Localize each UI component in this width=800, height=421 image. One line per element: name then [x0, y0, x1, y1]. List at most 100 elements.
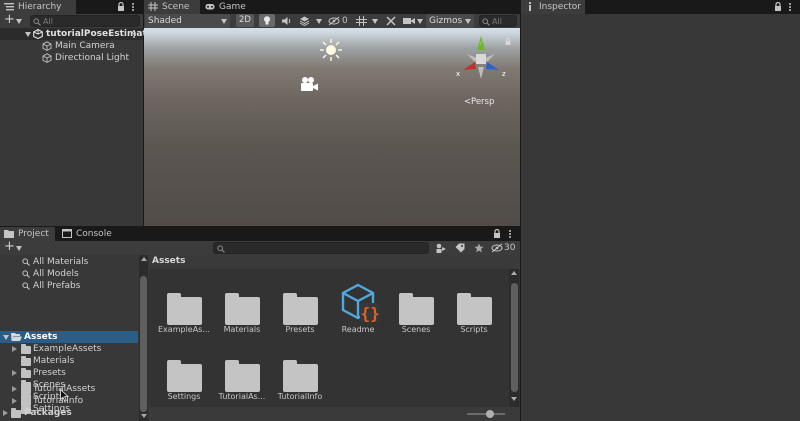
assets-scrollbar-thumb[interactable]: [511, 283, 518, 392]
orientation-gizmo-icon[interactable]: y x z: [453, 34, 509, 84]
favorite-item[interactable]: All Models: [0, 268, 138, 280]
tree-item-label: Materials: [33, 356, 75, 366]
project-search-input[interactable]: [213, 242, 429, 254]
asset-item-readme[interactable]: {} Readme: [328, 273, 388, 334]
tree-item[interactable]: ExampleAssets: [0, 343, 138, 355]
lock-icon[interactable]: [117, 2, 125, 11]
gizmo-x-label: x: [456, 70, 460, 78]
hierarchy-item[interactable]: Main Camera: [0, 40, 143, 52]
breadcrumb[interactable]: Assets: [152, 256, 185, 266]
asset-label: Materials: [223, 325, 261, 334]
folder-icon: [11, 408, 21, 418]
tab-game-label: Game: [219, 2, 246, 12]
tab-scene[interactable]: Scene: [144, 0, 200, 14]
asset-item[interactable]: Scenes: [386, 273, 446, 334]
favorite-item[interactable]: All Materials: [0, 256, 138, 268]
list-icon: [4, 3, 14, 11]
scroll-up-icon[interactable]: [141, 257, 147, 261]
asset-item[interactable]: TutorialInfo: [270, 340, 330, 401]
label-tag-icon[interactable]: [455, 243, 465, 253]
scroll-down-icon[interactable]: [141, 414, 147, 418]
hierarchy-menu-icon[interactable]: [132, 2, 135, 12]
asset-item[interactable]: Settings: [154, 340, 214, 401]
search-by-type-icon[interactable]: [436, 243, 446, 253]
icon-size-slider-handle[interactable]: [486, 410, 494, 418]
grid-dropdown-icon[interactable]: [372, 19, 378, 24]
project-menu-icon[interactable]: [509, 229, 512, 239]
unity-scene-icon: [33, 29, 43, 39]
scene-search-input[interactable]: All: [479, 15, 517, 27]
camera-gizmo-icon[interactable]: [299, 76, 319, 93]
scroll-down-icon[interactable]: [511, 397, 517, 401]
audio-icon[interactable]: [281, 16, 292, 26]
tab-inspector[interactable]: Inspector: [521, 0, 585, 14]
hierarchy-item-label: Directional Light: [55, 53, 129, 63]
asset-item[interactable]: ExampleAs...: [154, 273, 214, 334]
tab-console[interactable]: Console: [58, 227, 114, 241]
tree-item-label: Assets: [24, 332, 58, 342]
camera-dropdown-icon[interactable]: [417, 19, 423, 24]
2d-toggle-button[interactable]: 2D: [236, 14, 254, 27]
projection-toggle[interactable]: <Persp: [464, 96, 504, 108]
readme-icon: {}: [341, 283, 380, 323]
favorite-item[interactable]: All Prefabs: [0, 280, 138, 292]
shading-mode-dropdown[interactable]: Shaded: [145, 14, 230, 28]
tree-item[interactable]: TutorialInfo: [0, 395, 138, 407]
lock-icon[interactable]: [493, 229, 501, 238]
hierarchy-panel: Hierarchy + All tutorialPoseEstimat Main…: [0, 0, 147, 226]
asset-item[interactable]: TutorialAs...: [212, 340, 272, 401]
folder-icon: [457, 293, 492, 325]
lock-icon[interactable]: [774, 2, 782, 11]
tree-scrollbar-thumb[interactable]: [140, 276, 147, 412]
lighting-toggle-button[interactable]: [259, 14, 275, 27]
effects-dropdown-icon[interactable]: [316, 19, 322, 24]
scene-root-row[interactable]: tutorialPoseEstimat: [0, 28, 147, 40]
tree-item-label: Presets: [33, 368, 66, 378]
chevron-down-icon: [16, 246, 22, 251]
gameobject-cube-icon: [42, 41, 52, 51]
search-icon: [22, 282, 30, 290]
scroll-up-icon[interactable]: [511, 271, 517, 275]
inspector-menu-icon[interactable]: [789, 2, 792, 12]
search-placeholder: All: [492, 17, 502, 26]
tree-scrollbar[interactable]: [139, 255, 148, 421]
folder-icon: [167, 293, 202, 325]
hierarchy-search-input[interactable]: All: [30, 15, 140, 27]
tree-item-label: TutorialInfo: [33, 396, 84, 406]
hierarchy-item-label: Main Camera: [55, 41, 115, 51]
camera-icon[interactable]: [403, 17, 415, 25]
asset-item[interactable]: Materials: [212, 273, 272, 334]
gizmo-lock-icon[interactable]: [505, 38, 511, 45]
info-icon: [529, 2, 531, 11]
gameobject-cube-icon: [42, 53, 52, 63]
add-button[interactable]: +: [3, 12, 25, 28]
directional-light-gizmo-icon[interactable]: [319, 38, 343, 62]
projection-label: Persp: [471, 97, 495, 107]
gizmos-dropdown[interactable]: Gizmos: [426, 14, 474, 28]
tree-item[interactable]: TutorialAssets: [0, 383, 138, 395]
asset-item[interactable]: Presets: [270, 273, 330, 334]
tree-item-packages[interactable]: Packages: [0, 407, 138, 419]
scene-menu-icon[interactable]: [133, 29, 136, 39]
hierarchy-toolbar: + All: [0, 12, 143, 28]
hidden-objects-icon[interactable]: [328, 16, 340, 26]
tree-item[interactable]: Materials: [0, 355, 138, 367]
add-icon: +: [4, 12, 15, 27]
gizmos-label: Gizmos: [429, 16, 463, 26]
tree-item-assets[interactable]: Assets: [0, 331, 138, 343]
asset-label: TutorialAs...: [218, 392, 266, 401]
assets-scrollbar[interactable]: [509, 269, 519, 407]
gizmo-y-label: y: [479, 38, 483, 46]
grid-toggle-icon[interactable]: [356, 16, 367, 26]
tree-item[interactable]: Presets: [0, 367, 138, 379]
project-add-button[interactable]: +: [3, 239, 25, 255]
tools-icon[interactable]: [386, 16, 396, 26]
hidden-packages-icon[interactable]: [491, 243, 503, 253]
tab-game[interactable]: Game: [201, 0, 253, 14]
favorite-star-icon[interactable]: [474, 243, 484, 253]
asset-item[interactable]: Scripts: [444, 273, 504, 334]
effects-icon[interactable]: [299, 16, 310, 26]
hierarchy-item[interactable]: Directional Light: [0, 52, 143, 64]
scene-viewport[interactable]: y x z <Persp: [144, 28, 520, 226]
tab-inspector-label: Inspector: [539, 2, 581, 12]
